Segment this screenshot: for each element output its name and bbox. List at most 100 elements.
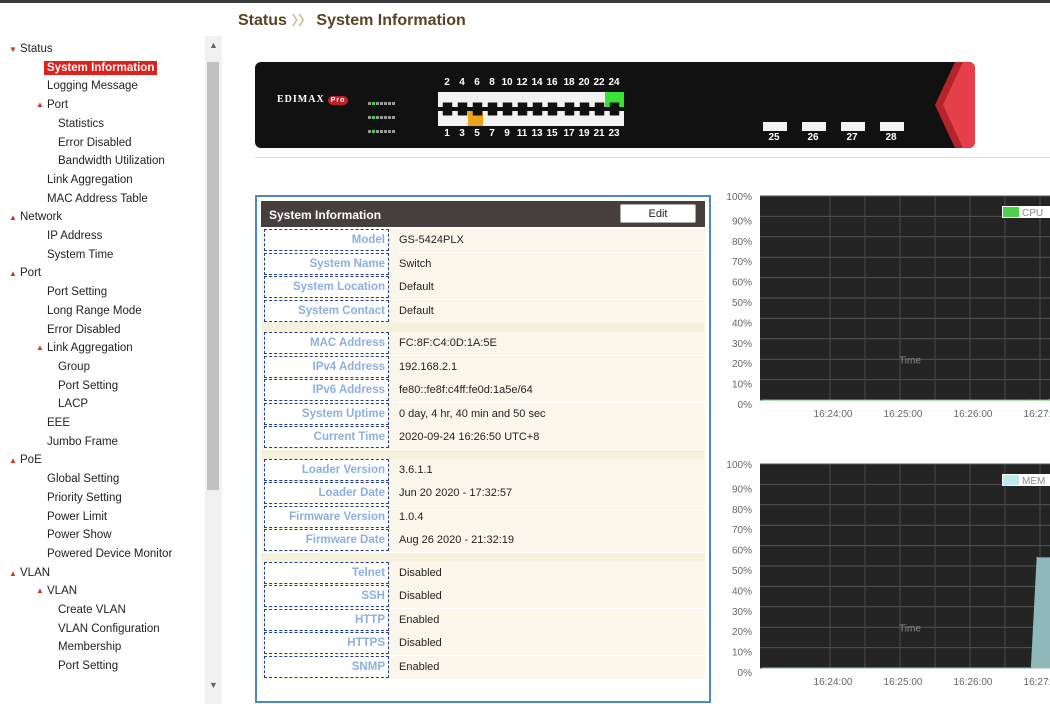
sidebar-item-port[interactable]: Port — [20, 266, 41, 280]
sfp-port-26-icon[interactable] — [802, 122, 826, 131]
sidebar-item-statistics[interactable]: Statistics — [58, 117, 104, 131]
info-value: 3.6.1.1 — [399, 463, 433, 476]
sidebar-item-status[interactable]: Status — [20, 42, 53, 56]
sidebar-item-vlan[interactable]: VLAN — [20, 566, 50, 580]
port-16-icon[interactable] — [543, 92, 562, 107]
top-bar — [0, 0, 1050, 3]
info-value: Jun 20 2020 - 17:32:57 — [399, 487, 513, 499]
x-tick-label: 16:25:00 — [884, 409, 923, 420]
sfp-port-27-icon[interactable] — [841, 122, 865, 131]
y-tick-label: 100% — [726, 460, 752, 471]
info-label: Model — [264, 229, 389, 251]
info-value: Aug 26 2020 - 21:32:19 — [399, 534, 514, 546]
collapse-icon[interactable]: ▲ — [9, 269, 17, 278]
info-label: System Location — [264, 276, 389, 298]
sidebar-item-jumbo-frame[interactable]: Jumbo Frame — [47, 435, 118, 449]
info-label: Telnet — [264, 561, 389, 584]
breadcrumb-separator-icon: 〉〉 — [291, 13, 312, 28]
sidebar-item-group[interactable]: Group — [58, 360, 90, 374]
scroll-down-icon[interactable]: ▼ — [209, 680, 218, 690]
edimax-logo: EDIMAX Pro — [277, 94, 349, 105]
y-tick-label: 10% — [732, 380, 752, 391]
info-label: SNMP — [264, 655, 389, 678]
x-axis-title: Time — [899, 623, 921, 634]
sidebar-item-power-show[interactable]: Power Show — [47, 528, 112, 542]
collapse-icon[interactable]: ▲ — [36, 100, 44, 109]
sidebar-item-port-setting[interactable]: Port Setting — [58, 379, 118, 393]
sidebar-item-bandwidth-utilization[interactable]: Bandwidth Utilization — [58, 154, 165, 168]
x-tick-label: 16:27:00 — [1024, 409, 1050, 420]
sidebar-item-power-limit[interactable]: Power Limit — [47, 510, 107, 524]
port-number-label: 23 — [608, 128, 620, 139]
x-tick-label: 16:26:00 — [954, 677, 993, 688]
expand-down-icon[interactable]: ▼ — [9, 45, 17, 54]
sidebar-item-network[interactable]: Network — [20, 210, 62, 224]
y-tick-label: 80% — [732, 237, 752, 248]
info-row-loader-date: Loader Date Jun 20 2020 - 17:32:57 — [261, 482, 705, 505]
sidebar-item-create-vlan[interactable]: Create VLAN — [58, 603, 126, 617]
sfp-port-number-label: 27 — [846, 132, 858, 143]
collapse-icon[interactable]: ▲ — [36, 586, 44, 595]
cpu-usage-chart: 0% 10% 20% 30% 40% 50% 60% 70% 80% 90% 100% 16:24:0… — [716, 190, 1050, 430]
breadcrumb-parent[interactable]: Status — [238, 12, 287, 29]
sidebar-item-port[interactable]: Port — [47, 98, 68, 112]
info-label: SSH — [264, 585, 389, 607]
x-tick-label: 16:24:00 — [814, 677, 853, 688]
info-label: System Contact — [264, 299, 389, 322]
sidebar-item-mac-address-table[interactable]: MAC Address Table — [47, 192, 148, 206]
group-separator — [261, 323, 705, 332]
sidebar-item-error-disabled[interactable]: Error Disabled — [58, 136, 132, 150]
sidebar-item-poe[interactable]: PoE — [20, 453, 42, 467]
sfp-port-28-icon[interactable] — [880, 122, 904, 131]
sidebar-item-logging-message[interactable]: Logging Message — [47, 79, 138, 93]
collapse-icon[interactable]: ▲ — [36, 343, 44, 352]
port-15-icon[interactable] — [543, 111, 562, 126]
port-23-icon[interactable] — [605, 111, 624, 126]
collapse-icon[interactable]: ▲ — [9, 569, 17, 578]
sidebar-item-link-aggregation[interactable]: Link Aggregation — [47, 173, 133, 187]
sfp-port-25-icon[interactable] — [763, 122, 787, 131]
info-row-system-contact: System Contact Default — [261, 299, 705, 323]
info-row-loader-version: Loader Version 3.6.1.1 — [261, 458, 705, 482]
info-label: MAC Address — [264, 332, 389, 354]
sidebar-item-membership[interactable]: Membership — [58, 640, 121, 654]
sidebar-item-vlan-configuration[interactable]: VLAN Configuration — [58, 622, 160, 636]
sidebar-scrollbar[interactable]: ▲ ▼ — [205, 36, 222, 704]
x-tick-label: 16:24:00 — [814, 409, 853, 420]
collapse-icon[interactable]: ▲ — [9, 213, 17, 222]
sidebar-item-lacp[interactable]: LACP — [58, 397, 88, 411]
y-tick-label: 80% — [732, 505, 752, 516]
legend-label: MEM — [1022, 476, 1045, 487]
scrollbar-thumb[interactable] — [207, 62, 219, 490]
sidebar-item-vlan[interactable]: VLAN — [47, 584, 77, 598]
info-value: Enabled — [399, 613, 440, 626]
data-point — [1030, 667, 1033, 669]
memory-usage-chart: 0% 10% 20% 30% 40% 50% 60% 70% 80% 90% 100% 16:24:0… — [716, 458, 1050, 698]
sidebar-nav: ▼ Status System Information Logging Message… — [0, 36, 205, 704]
panel-title: System Information — [269, 208, 382, 222]
scroll-up-icon[interactable]: ▲ — [209, 40, 218, 50]
info-value: Disabled — [399, 637, 442, 649]
sidebar-item-system-information[interactable]: System Information — [44, 60, 158, 75]
sidebar-item-eee[interactable]: EEE — [47, 416, 70, 430]
y-tick-label: 50% — [732, 298, 752, 309]
data-point — [762, 399, 764, 401]
sidebar-item-global-setting[interactable]: Global Setting — [47, 472, 119, 486]
sidebar-item-port-setting[interactable]: Port Setting — [58, 659, 118, 673]
switch-front-panel: EDIMAX Pro 2 4 6 8 10 12 14 16 18 20 22 24 1 3 5 7 9 11 13 1… — [255, 62, 975, 148]
sidebar-item-error-disabled[interactable]: Error Disabled — [47, 323, 121, 337]
y-tick-label: 70% — [732, 525, 752, 536]
sidebar-item-link-aggregation[interactable]: Link Aggregation — [47, 341, 133, 355]
sidebar-item-system-time[interactable]: System Time — [47, 248, 113, 262]
sidebar-item-ip-address[interactable]: IP Address — [47, 229, 102, 243]
sidebar-item-port-setting[interactable]: Port Setting — [47, 285, 107, 299]
data-point — [1036, 557, 1038, 559]
y-tick-label: 100% — [726, 192, 752, 203]
sidebar-item-long-range-mode[interactable]: Long Range Mode — [47, 304, 142, 318]
sidebar-item-priority-setting[interactable]: Priority Setting — [47, 491, 122, 505]
sidebar-item-powered-device-monitor[interactable]: Powered Device Monitor — [47, 547, 172, 561]
port-24-icon[interactable] — [605, 92, 624, 107]
collapse-icon[interactable]: ▲ — [9, 456, 17, 465]
info-row-mac-address: MAC Address FC:8F:C4:0D:1A:5E — [261, 332, 705, 355]
edit-button[interactable]: Edit — [620, 204, 696, 223]
